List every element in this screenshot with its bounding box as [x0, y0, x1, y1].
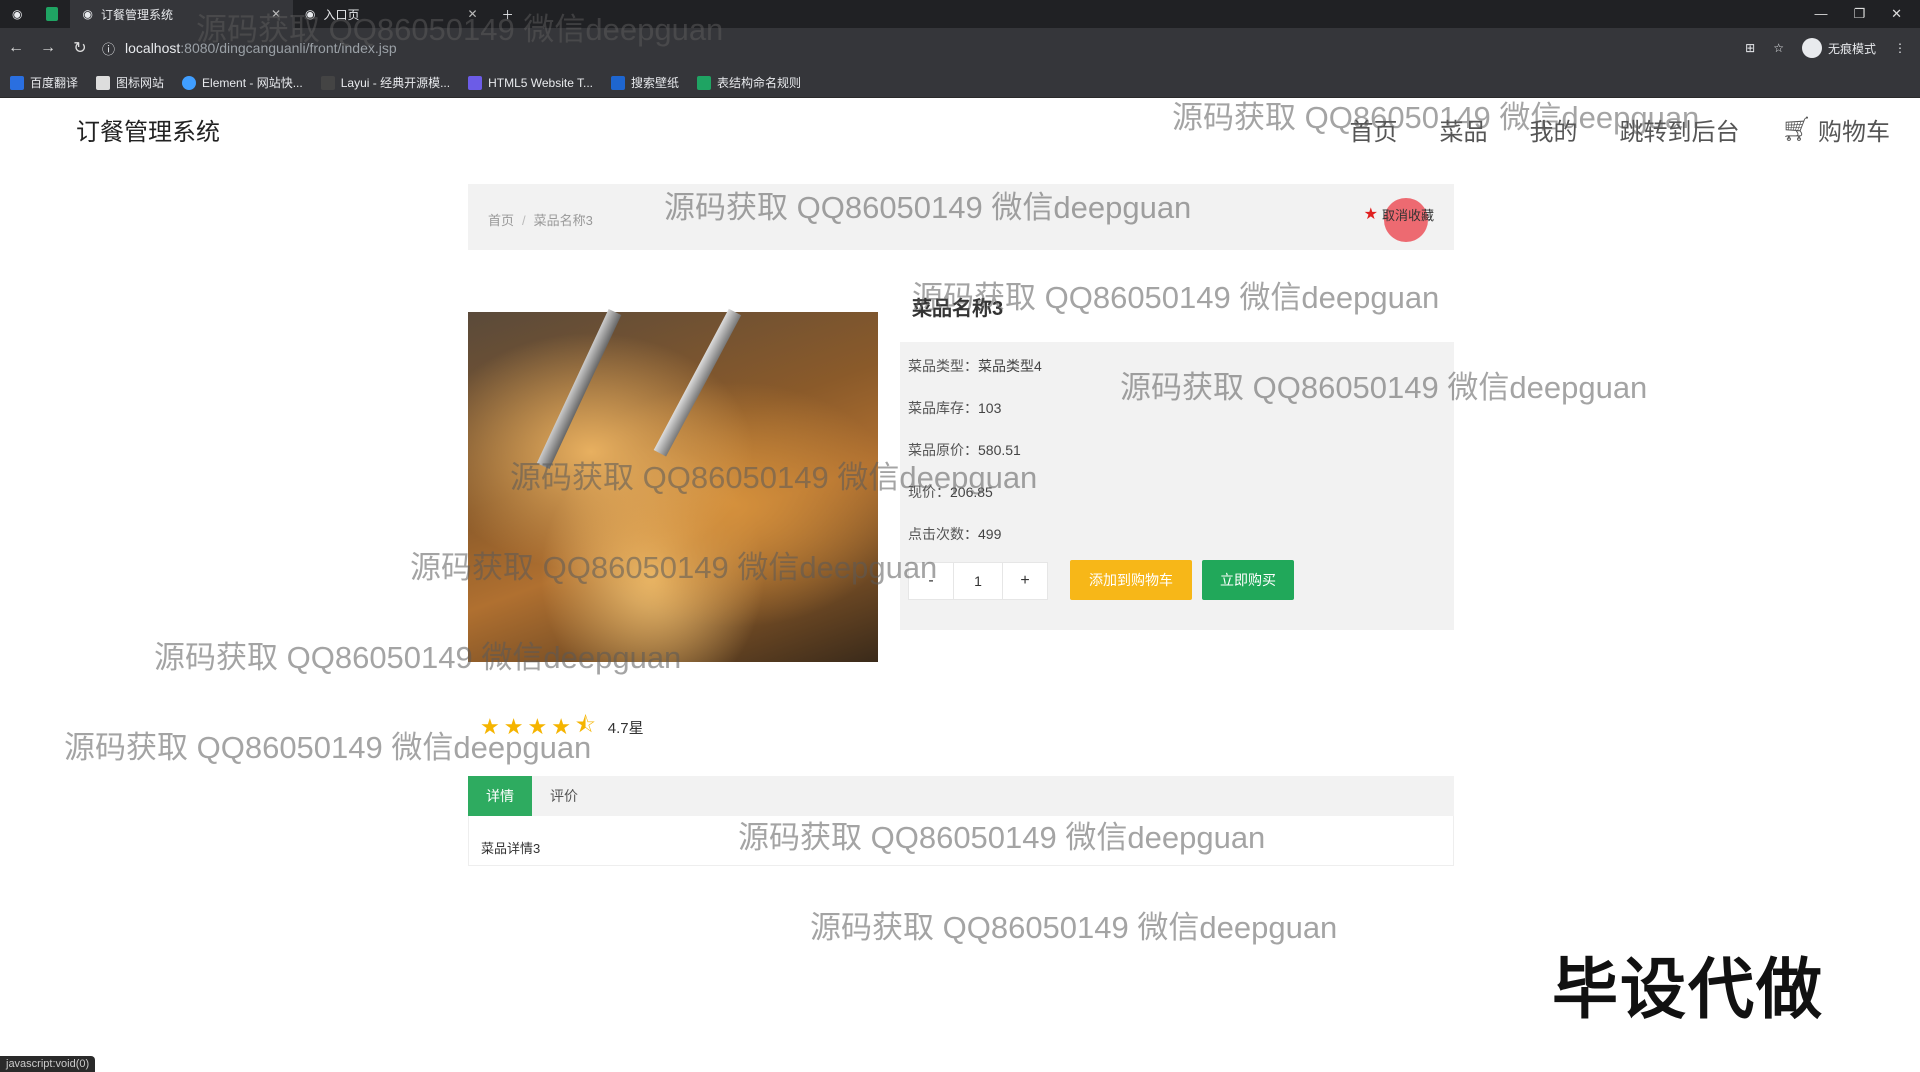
- status-bar: javascript:void(0): [0, 1056, 96, 1072]
- nav-cart[interactable]: 🛒︎ 购物车: [1782, 112, 1890, 147]
- star-icon: ★: [503, 714, 524, 739]
- tab-title: 入口页: [323, 7, 360, 22]
- incognito-badge[interactable]: 无痕模式: [1801, 38, 1876, 58]
- star-icon: ★: [480, 714, 500, 739]
- breadcrumb-separator: /: [522, 213, 526, 228]
- cart-label: 购物车: [1818, 119, 1890, 146]
- decrement-button[interactable]: -: [908, 562, 954, 600]
- half-star-icon: ⯪: [574, 712, 596, 737]
- orig-price-row: 菜品原价：580.51: [908, 442, 1021, 458]
- product-info: 菜品名称3 菜品类型：菜品类型4 菜品库存：103 菜品原价：580.51 现价…: [900, 262, 1454, 630]
- bookmark-star-icon[interactable]: ☆: [1773, 41, 1784, 55]
- breadcrumb-bar: 首页 / 菜品名称3 ★ 取消收藏: [468, 184, 1454, 250]
- promo-text: 毕设代做: [1552, 952, 1824, 1026]
- close-icon[interactable]: ✕: [271, 7, 281, 21]
- flag-icon: [96, 75, 111, 90]
- url-field[interactable]: localhost:8080/dingcanguanli/front/index…: [125, 40, 397, 56]
- wallpaper-icon: [611, 75, 626, 90]
- address-bar: ← → ↻ ⓘ localhost:8080/dingcanguanli/fro…: [0, 28, 1920, 68]
- browser-menu-icon[interactable]: ◉: [0, 0, 34, 28]
- product-details-box: 菜品类型：菜品类型4 菜品库存：103 菜品原价：580.51 现价：206.8…: [900, 342, 1454, 630]
- sheets-tab-icon[interactable]: [34, 0, 70, 28]
- bookmarks-bar: 百度翻译 图标网站 Element - 网站快... Layui - 经典开源模…: [0, 68, 1920, 98]
- site-header: 订餐管理系统 首页 菜品 我的 跳转到后台 🛒︎ 购物车: [0, 98, 1920, 160]
- star-icon: ★: [1363, 206, 1378, 223]
- sheet-icon: [697, 75, 712, 90]
- more-menu-icon[interactable]: ⋮: [1894, 41, 1906, 55]
- forward-icon[interactable]: →: [32, 39, 64, 57]
- window-controls: — ❐ ✕: [1814, 6, 1920, 22]
- detail-tabs: 详情 评价: [468, 776, 1454, 816]
- cart-icon: 🛒︎: [1781, 116, 1812, 143]
- tab-title: 订餐管理系统: [100, 7, 173, 22]
- product-rating: ★ ★ ★ ★ ⯪ 4.7星: [480, 708, 644, 746]
- site-logo[interactable]: 订餐管理系统: [76, 112, 220, 147]
- tab-details[interactable]: 详情: [468, 776, 532, 816]
- close-window-icon[interactable]: ✕: [1891, 6, 1902, 22]
- translate-bookmark-icon: [10, 75, 24, 90]
- new-tab-button[interactable]: ＋: [490, 0, 526, 28]
- breadcrumb-current: 菜品名称3: [533, 213, 593, 228]
- rating-value: 4.7星: [607, 719, 644, 737]
- watermark: 源码获取 QQ86050149 微信deepguan: [810, 910, 1338, 945]
- nav-home[interactable]: 首页: [1350, 112, 1398, 147]
- element-icon: [182, 75, 197, 90]
- back-icon[interactable]: ←: [0, 39, 32, 57]
- breadcrumb-home[interactable]: 首页: [488, 213, 514, 228]
- top-nav: 首页 菜品 我的 跳转到后台 🛒︎ 购物车: [1350, 112, 1890, 147]
- layui-icon: [320, 75, 335, 90]
- bookmark-item[interactable]: Layui - 经典开源模...: [320, 74, 450, 91]
- nav-dishes[interactable]: 菜品: [1440, 112, 1488, 147]
- detail-text: 菜品详情3: [481, 841, 541, 856]
- browser-tab-1[interactable]: ◉ 订餐管理系统 ✕: [70, 0, 294, 28]
- add-to-cart-button[interactable]: 添加到购物车: [1070, 560, 1192, 600]
- bookmark-item[interactable]: 图标网站: [96, 74, 164, 91]
- favorite-label: 取消收藏: [1381, 207, 1434, 223]
- translate-icon[interactable]: ⊞: [1745, 41, 1755, 55]
- incognito-label: 无痕模式: [1827, 41, 1876, 56]
- star-icon: ★: [527, 714, 548, 739]
- browser-tabbar: ◉ ◉ 订餐管理系统 ✕ ◉ 入口页 ✕ ＋ — ❐ ✕: [0, 0, 1920, 28]
- html5-icon: [468, 75, 483, 90]
- globe-icon: ◉: [305, 7, 316, 21]
- price-row: 现价：206.85: [908, 484, 993, 500]
- breadcrumb: 首页 / 菜品名称3: [488, 210, 593, 229]
- product-image: [468, 308, 878, 662]
- bookmark-item[interactable]: HTML5 Website T...: [468, 75, 593, 90]
- bookmark-item[interactable]: 表结构命名规则: [697, 74, 801, 91]
- bookmark-item[interactable]: 搜索壁纸: [611, 74, 679, 91]
- tab-content: 菜品详情3: [468, 816, 1454, 866]
- buy-now-button[interactable]: 立即购买: [1202, 560, 1294, 600]
- bookmark-item[interactable]: 百度翻译: [10, 74, 78, 91]
- clicks-row: 点击次数：499: [908, 526, 1002, 542]
- close-icon[interactable]: ✕: [468, 7, 478, 21]
- type-row: 菜品类型：菜品类型4: [908, 358, 1042, 374]
- minimize-icon[interactable]: —: [1814, 6, 1827, 22]
- favorite-button[interactable]: ★ 取消收藏: [1364, 204, 1434, 224]
- star-icon: ★: [551, 714, 571, 739]
- incognito-icon: [1801, 38, 1822, 58]
- stock-row: 菜品库存：103: [908, 400, 1002, 416]
- product-title: 菜品名称3: [912, 298, 1004, 320]
- info-icon[interactable]: ⓘ: [102, 39, 115, 58]
- nav-mine[interactable]: 我的: [1530, 112, 1578, 147]
- browser-tab-2[interactable]: ◉ 入口页 ✕: [293, 0, 490, 28]
- bookmark-item[interactable]: Element - 网站快...: [182, 74, 303, 91]
- nav-admin[interactable]: 跳转到后台: [1620, 112, 1740, 147]
- reload-icon[interactable]: ↻: [64, 38, 96, 58]
- increment-button[interactable]: +: [1002, 562, 1048, 600]
- globe-icon: ◉: [82, 7, 93, 21]
- quantity-input[interactable]: 1: [954, 562, 1002, 600]
- restore-icon[interactable]: ❐: [1853, 6, 1865, 22]
- product-gallery: ★ ★ ★ ★ ⯪ 4.7星: [468, 262, 878, 762]
- quantity-stepper: - 1 +: [908, 562, 1048, 600]
- tab-reviews[interactable]: 评价: [532, 776, 596, 816]
